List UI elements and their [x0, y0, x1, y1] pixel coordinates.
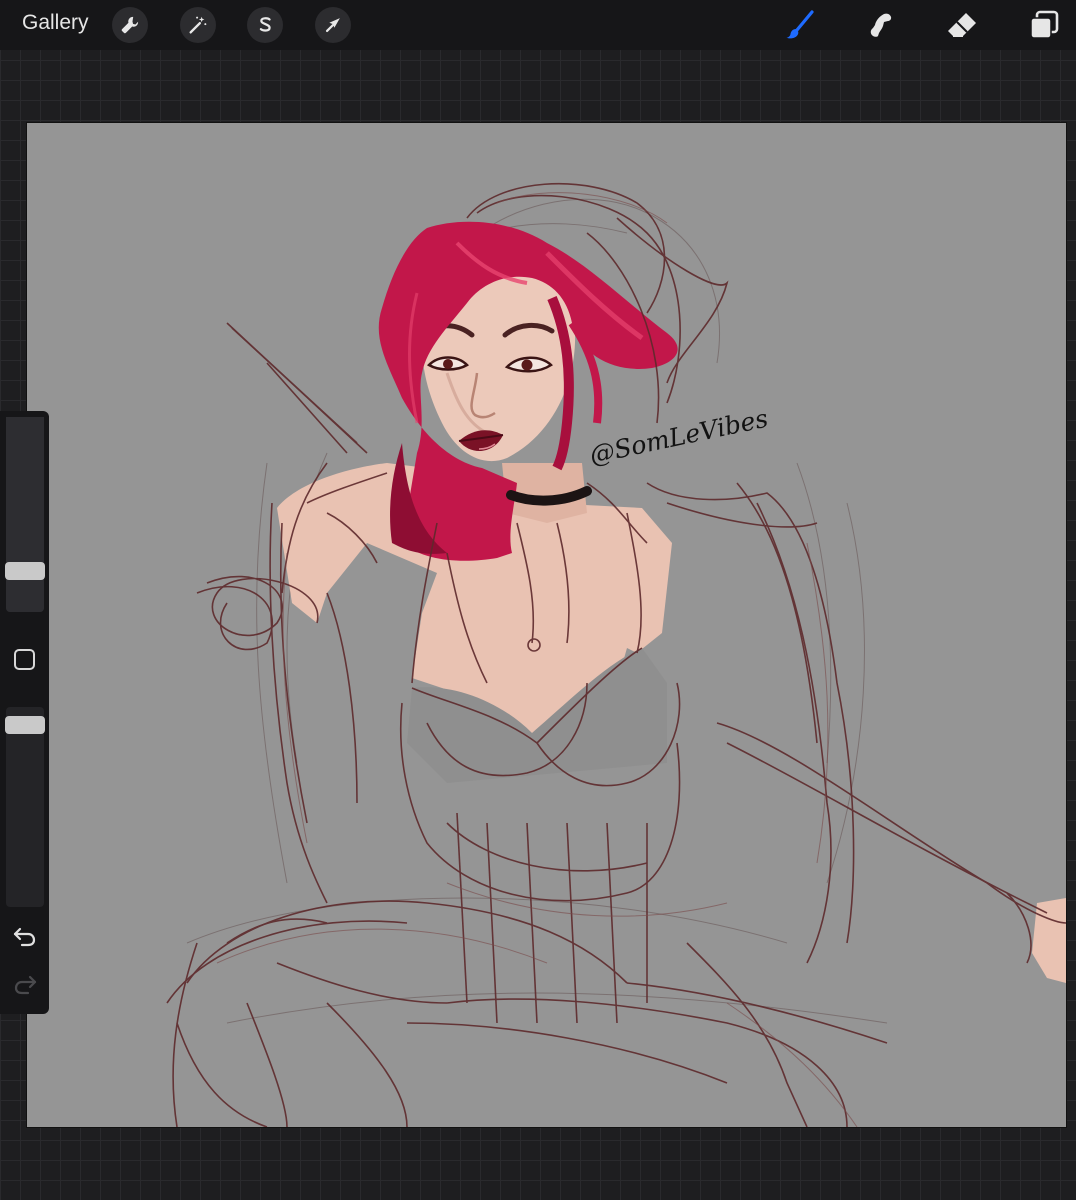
smudge-button[interactable] — [864, 8, 898, 42]
eraser-button[interactable] — [945, 8, 979, 42]
selection-icon — [259, 17, 271, 32]
transform-arrow-icon — [325, 18, 340, 33]
brush-button[interactable] — [782, 8, 816, 42]
gallery-button[interactable]: Gallery — [22, 11, 89, 35]
redo-icon[interactable] — [12, 971, 38, 997]
brush-size-slider[interactable] — [6, 417, 44, 612]
layers-button[interactable] — [1027, 8, 1061, 42]
brush-icon — [786, 10, 814, 39]
brush-size-thumb[interactable] — [5, 562, 45, 581]
top-toolbar: Gallery — [0, 0, 1076, 50]
undo-icon[interactable] — [12, 923, 38, 949]
left-sidebar — [0, 411, 49, 1014]
opacity-slider[interactable] — [6, 707, 44, 907]
transform-button[interactable] — [315, 7, 351, 43]
procreate-app: Gallery @SomLeVibes — [0, 0, 1076, 1200]
layers-icon — [1030, 10, 1059, 39]
brush-size-fill — [6, 417, 44, 612]
artwork — [166, 183, 1066, 1127]
modify-button[interactable] — [14, 649, 35, 670]
magic-wand-icon — [189, 16, 207, 34]
drawing-canvas[interactable]: @SomLeVibes — [27, 123, 1066, 1127]
opacity-thumb[interactable] — [5, 716, 45, 735]
smudge-icon — [870, 13, 892, 37]
eraser-icon — [948, 13, 976, 37]
actions-button[interactable] — [112, 7, 148, 43]
wrench-icon — [121, 16, 139, 34]
selection-button[interactable] — [247, 7, 283, 43]
adjustments-button[interactable] — [180, 7, 216, 43]
